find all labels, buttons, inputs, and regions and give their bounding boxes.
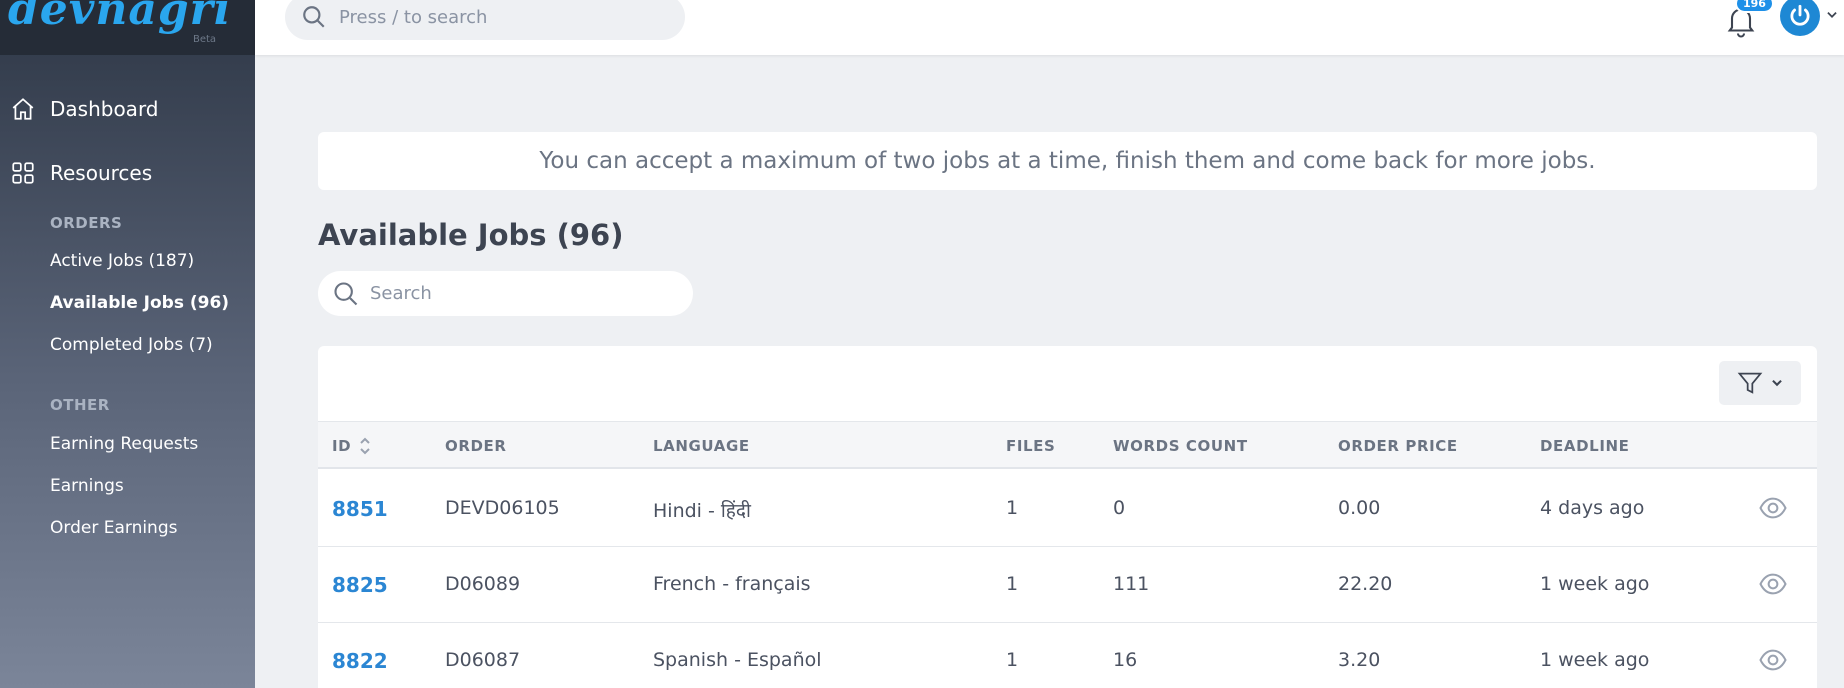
order-code: D06089 [445, 573, 521, 595]
filter-icon [1737, 372, 1763, 394]
header-order: ORDER [445, 437, 507, 455]
job-id-link[interactable]: 8825 [332, 573, 388, 597]
header-id[interactable]: ID [332, 437, 351, 455]
table-row[interactable]: 8822 D06087 Spanish - Español 1 16 3.20 … [318, 623, 1817, 688]
eye-icon[interactable] [1758, 493, 1788, 523]
jobs-search-input[interactable] [370, 283, 670, 304]
global-search-input[interactable] [339, 6, 659, 28]
logo[interactable]: devnagri [8, 0, 232, 35]
avatar[interactable] [1780, 0, 1820, 36]
header-order-price: ORDER PRICE [1338, 437, 1458, 455]
deadline: 1 week ago [1540, 649, 1650, 671]
header-language: LANGUAGE [653, 437, 750, 455]
header-files: FILES [1006, 437, 1056, 455]
sidebar: devnagri Beta Dashboard Resources ORDERS… [0, 0, 255, 688]
eye-icon[interactable] [1758, 645, 1788, 675]
words-count: 16 [1113, 649, 1138, 671]
search-icon [303, 6, 325, 28]
other-section-title: OTHER [50, 396, 110, 414]
orders-section-title: ORDERS [50, 214, 123, 232]
notice-banner: You can accept a maximum of two jobs at … [318, 132, 1817, 190]
table-row[interactable]: 8825 D06089 French - français 1 111 22.2… [318, 547, 1817, 623]
eye-icon[interactable] [1758, 569, 1788, 599]
words-count: 0 [1113, 497, 1126, 519]
language: Hindi - हिंदी [653, 500, 751, 522]
deadline: 1 week ago [1540, 573, 1650, 595]
nav-dashboard[interactable]: Dashboard [0, 89, 255, 129]
notice-text: You can accept a maximum of two jobs at … [539, 148, 1596, 174]
topbar: 196 [255, 0, 1844, 55]
jobs-table-card: ID ORDER LANGUAGE FILES WORDS COUNT ORDE… [318, 346, 1817, 688]
beta-label: Beta [193, 34, 217, 45]
power-icon [1790, 4, 1810, 26]
order-code: DEVD06105 [445, 497, 560, 519]
nav-resources[interactable]: Resources [0, 153, 255, 193]
deadline: 4 days ago [1540, 497, 1645, 519]
order-code: D06087 [445, 649, 521, 671]
header-words-count: WORDS COUNT [1113, 437, 1248, 455]
page-title: Available Jobs (96) [318, 218, 624, 252]
home-icon [10, 96, 36, 122]
order-price: 3.20 [1338, 649, 1381, 671]
sort-icon[interactable] [358, 435, 372, 457]
jobs-search[interactable] [318, 271, 693, 316]
language: French - français [653, 573, 811, 595]
table-row[interactable]: 8851 DEVD06105 Hindi - हिंदी 1 0 0.00 4 … [318, 471, 1817, 547]
files-count: 1 [1006, 649, 1019, 671]
chevron-down-icon[interactable] [1825, 8, 1839, 22]
sidebar-item-order-earnings[interactable]: Order Earnings [50, 518, 177, 538]
files-count: 1 [1006, 497, 1019, 519]
language: Spanish - Español [653, 649, 822, 671]
order-price: 0.00 [1338, 497, 1381, 519]
sidebar-item-active-jobs[interactable]: Active Jobs (187) [50, 251, 194, 271]
notification-badge: 196 [1735, 0, 1774, 13]
job-id-link[interactable]: 8822 [332, 649, 388, 673]
nav-resources-label: Resources [50, 161, 153, 185]
sidebar-item-completed-jobs[interactable]: Completed Jobs (7) [50, 335, 213, 355]
filter-button[interactable] [1719, 361, 1801, 405]
chevron-down-icon [1772, 379, 1782, 387]
job-id-link[interactable]: 8851 [332, 497, 388, 521]
order-price: 22.20 [1338, 573, 1393, 595]
brand[interactable]: devnagri Beta [0, 0, 255, 55]
header-deadline: DEADLINE [1540, 437, 1630, 455]
global-search[interactable] [285, 0, 685, 40]
sidebar-item-earnings[interactable]: Earnings [50, 476, 124, 496]
search-icon [334, 281, 358, 305]
sidebar-item-earning-requests[interactable]: Earning Requests [50, 434, 198, 454]
grid-icon [10, 160, 36, 186]
files-count: 1 [1006, 573, 1019, 595]
nav-dashboard-label: Dashboard [50, 97, 159, 121]
table-header: ID ORDER LANGUAGE FILES WORDS COUNT ORDE… [318, 421, 1817, 469]
sidebar-item-available-jobs[interactable]: Available Jobs (96) [50, 293, 229, 313]
words-count: 111 [1113, 573, 1150, 595]
